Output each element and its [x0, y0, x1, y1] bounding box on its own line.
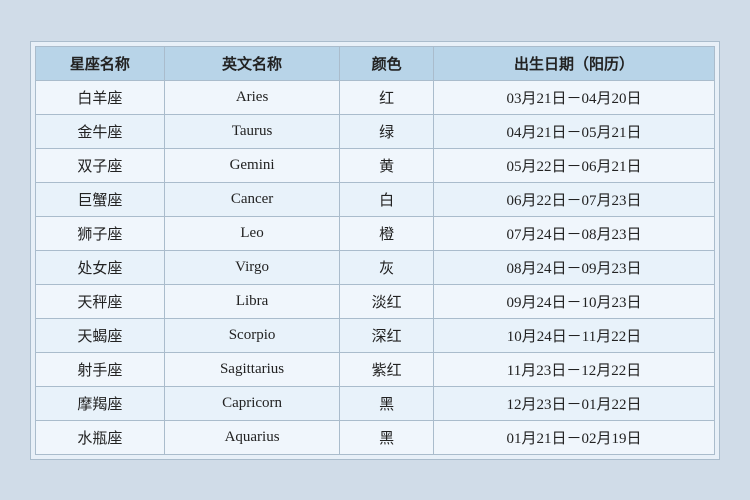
cell-en: Scorpio — [164, 318, 340, 352]
cell-zh: 天秤座 — [36, 284, 165, 318]
cell-date: 04月21日－05月21日 — [434, 114, 715, 148]
cell-en: Virgo — [164, 250, 340, 284]
cell-en: Aquarius — [164, 420, 340, 454]
table-row: 水瓶座Aquarius黑01月21日－02月19日 — [36, 420, 715, 454]
cell-en: Gemini — [164, 148, 340, 182]
cell-en: Taurus — [164, 114, 340, 148]
cell-date: 08月24日－09月23日 — [434, 250, 715, 284]
header-date: 出生日期（阳历） — [434, 46, 715, 80]
cell-date: 07月24日－08月23日 — [434, 216, 715, 250]
cell-date: 12月23日－01月22日 — [434, 386, 715, 420]
cell-en: Aries — [164, 80, 340, 114]
table-row: 摩羯座Capricorn黑12月23日－01月22日 — [36, 386, 715, 420]
cell-en: Leo — [164, 216, 340, 250]
header-zh: 星座名称 — [36, 46, 165, 80]
cell-zh: 双子座 — [36, 148, 165, 182]
table-header-row: 星座名称 英文名称 颜色 出生日期（阳历） — [36, 46, 715, 80]
cell-en: Sagittarius — [164, 352, 340, 386]
table-row: 天秤座Libra淡红09月24日－10月23日 — [36, 284, 715, 318]
cell-color: 橙 — [340, 216, 434, 250]
cell-date: 01月21日－02月19日 — [434, 420, 715, 454]
table-row: 处女座Virgo灰08月24日－09月23日 — [36, 250, 715, 284]
cell-zh: 处女座 — [36, 250, 165, 284]
zodiac-table: 星座名称 英文名称 颜色 出生日期（阳历） 白羊座Aries红03月21日－04… — [35, 46, 715, 455]
cell-zh: 金牛座 — [36, 114, 165, 148]
table-row: 白羊座Aries红03月21日－04月20日 — [36, 80, 715, 114]
cell-date: 09月24日－10月23日 — [434, 284, 715, 318]
cell-zh: 水瓶座 — [36, 420, 165, 454]
cell-zh: 天蝎座 — [36, 318, 165, 352]
table-row: 双子座Gemini黄05月22日－06月21日 — [36, 148, 715, 182]
cell-date: 03月21日－04月20日 — [434, 80, 715, 114]
cell-color: 黑 — [340, 420, 434, 454]
cell-color: 绿 — [340, 114, 434, 148]
table-row: 巨蟹座Cancer白06月22日－07月23日 — [36, 182, 715, 216]
table-row: 金牛座Taurus绿04月21日－05月21日 — [36, 114, 715, 148]
cell-date: 10月24日－11月22日 — [434, 318, 715, 352]
header-en: 英文名称 — [164, 46, 340, 80]
table-row: 天蝎座Scorpio深红10月24日－11月22日 — [36, 318, 715, 352]
table-row: 射手座Sagittarius紫红11月23日－12月22日 — [36, 352, 715, 386]
cell-color: 白 — [340, 182, 434, 216]
cell-color: 灰 — [340, 250, 434, 284]
cell-en: Capricorn — [164, 386, 340, 420]
cell-en: Cancer — [164, 182, 340, 216]
cell-zh: 摩羯座 — [36, 386, 165, 420]
cell-color: 黑 — [340, 386, 434, 420]
cell-color: 红 — [340, 80, 434, 114]
cell-zh: 射手座 — [36, 352, 165, 386]
header-color: 颜色 — [340, 46, 434, 80]
cell-zh: 白羊座 — [36, 80, 165, 114]
zodiac-table-container: 星座名称 英文名称 颜色 出生日期（阳历） 白羊座Aries红03月21日－04… — [30, 41, 720, 460]
cell-en: Libra — [164, 284, 340, 318]
cell-zh: 巨蟹座 — [36, 182, 165, 216]
cell-color: 深红 — [340, 318, 434, 352]
table-row: 狮子座Leo橙07月24日－08月23日 — [36, 216, 715, 250]
cell-color: 黄 — [340, 148, 434, 182]
cell-color: 淡红 — [340, 284, 434, 318]
cell-date: 11月23日－12月22日 — [434, 352, 715, 386]
cell-zh: 狮子座 — [36, 216, 165, 250]
cell-date: 06月22日－07月23日 — [434, 182, 715, 216]
cell-color: 紫红 — [340, 352, 434, 386]
cell-date: 05月22日－06月21日 — [434, 148, 715, 182]
